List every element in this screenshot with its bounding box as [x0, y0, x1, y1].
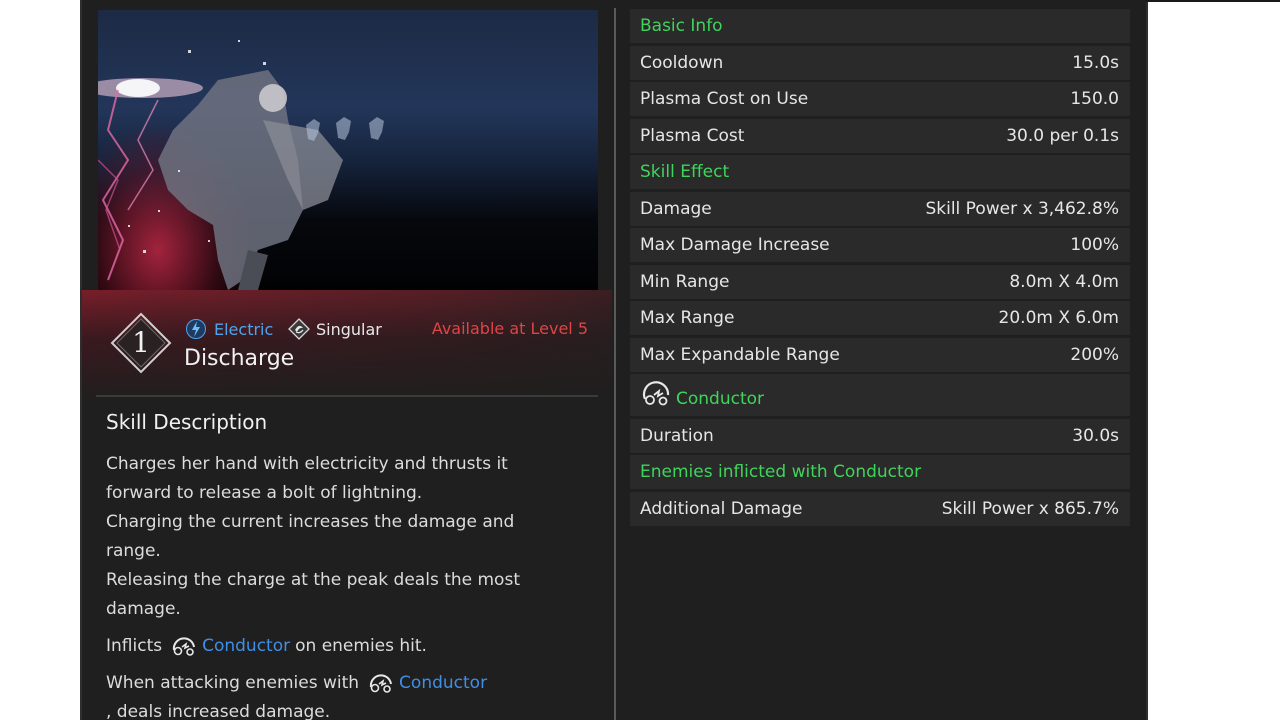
- stat-label: Max Expandable Range: [640, 344, 840, 365]
- conductor-link[interactable]: Conductor: [202, 632, 290, 661]
- conductor-shock-icon: [173, 636, 196, 656]
- stat-label: Plasma Cost on Use: [640, 89, 809, 109]
- inflict-prefix: Inflicts: [106, 636, 163, 656]
- type-tag: Singular: [288, 318, 382, 340]
- stat-label: Plasma Cost: [640, 125, 745, 146]
- stat-row-plasma-cost-on-use: Plasma Cost on Use 150.0: [630, 82, 1130, 116]
- description-line: Charging the current increases the damag…: [106, 512, 515, 561]
- section-conductor: Conductor: [630, 374, 1130, 416]
- stat-value: Skill Power x 865.7%: [941, 498, 1119, 519]
- conductor-shock-icon: [642, 381, 670, 406]
- description-title: Skill Description: [106, 410, 268, 434]
- skill-preview-art: [98, 40, 384, 290]
- stat-label: Damage: [640, 198, 712, 219]
- skill-info-column: 1 Electric Singular Available at Level 5…: [82, 0, 612, 720]
- stat-label: Max Range: [640, 308, 735, 328]
- attack-suffix: , deals increased damage.: [106, 702, 331, 720]
- stat-label: Duration: [640, 425, 714, 446]
- skill-name: Discharge: [184, 346, 295, 371]
- stat-value: 100%: [1070, 235, 1119, 255]
- diamond-swirl-icon: [288, 318, 310, 340]
- attack-line: When attacking enemies with Conductor , …: [106, 669, 566, 720]
- stat-row-max-range: Max Range 20.0m X 6.0m: [630, 301, 1130, 335]
- lightning-bolt-icon: [186, 319, 206, 339]
- stats-table: Basic Info Cooldown 15.0s Plasma Cost on…: [630, 9, 1130, 528]
- section-divider: [96, 395, 598, 397]
- stat-label: Additional Damage: [640, 498, 803, 519]
- stat-value: 150.0: [1070, 89, 1119, 109]
- stat-value: 15.0s: [1072, 52, 1119, 73]
- conductor-link[interactable]: Conductor: [399, 669, 487, 698]
- stat-label: Min Range: [640, 271, 730, 292]
- section-title: Conductor: [676, 389, 765, 409]
- skill-detail-panel: 1 Electric Singular Available at Level 5…: [80, 0, 1148, 720]
- stat-value: 30.0 per 0.1s: [1006, 125, 1119, 146]
- stat-row-max-expandable-range: Max Expandable Range 200%: [630, 337, 1130, 372]
- availability-label: Available at Level 5: [431, 319, 588, 338]
- inflict-line: Inflicts Conductor on enemies hit.: [106, 632, 566, 661]
- stat-value: 30.0s: [1072, 425, 1119, 446]
- section-title: Enemies inflicted with Conductor: [640, 462, 922, 482]
- stat-label: Cooldown: [640, 52, 724, 73]
- section-basic-info: Basic Info: [630, 9, 1130, 43]
- stat-row-duration: Duration 30.0s: [630, 418, 1130, 453]
- description-line: Charges her hand with electricity and th…: [106, 454, 508, 503]
- column-separator: [614, 8, 616, 720]
- skill-preview-image: [98, 10, 598, 290]
- stat-row-additional-damage: Additional Damage Skill Power x 865.7%: [630, 491, 1130, 526]
- section-enemies-inflicted: Enemies inflicted with Conductor: [630, 455, 1130, 489]
- conductor-shock-icon: [369, 673, 393, 693]
- stat-label: Max Damage Increase: [640, 235, 830, 255]
- stat-value: 20.0m X 6.0m: [998, 308, 1119, 328]
- stat-value: 8.0m X 4.0m: [1009, 271, 1119, 292]
- skill-slot-badge: 1: [110, 312, 172, 374]
- inflict-suffix: on enemies hit.: [295, 636, 427, 656]
- section-title: Skill Effect: [640, 162, 730, 182]
- stat-row-max-damage-increase: Max Damage Increase 100%: [630, 228, 1130, 262]
- section-skill-effect: Skill Effect: [630, 155, 1130, 189]
- element-tag: Electric: [186, 318, 273, 340]
- section-title: Basic Info: [640, 16, 723, 36]
- element-label: Electric: [214, 319, 274, 339]
- stat-value: 200%: [1070, 344, 1119, 365]
- stat-row-plasma-cost: Plasma Cost 30.0 per 0.1s: [630, 118, 1130, 153]
- window-edge-line: [1146, 0, 1280, 2]
- description-body: Charges her hand with electricity and th…: [106, 450, 566, 720]
- stat-row-min-range: Min Range 8.0m X 4.0m: [630, 264, 1130, 299]
- stat-row-cooldown: Cooldown 15.0s: [630, 45, 1130, 80]
- stat-value: Skill Power x 3,462.8%: [925, 198, 1119, 219]
- skill-slot-number: 1: [132, 326, 150, 359]
- attack-prefix: When attacking enemies with: [106, 673, 360, 693]
- stat-row-damage: Damage Skill Power x 3,462.8%: [630, 191, 1130, 226]
- description-line: Releasing the charge at the peak deals t…: [106, 570, 520, 619]
- type-label: Singular: [316, 319, 382, 339]
